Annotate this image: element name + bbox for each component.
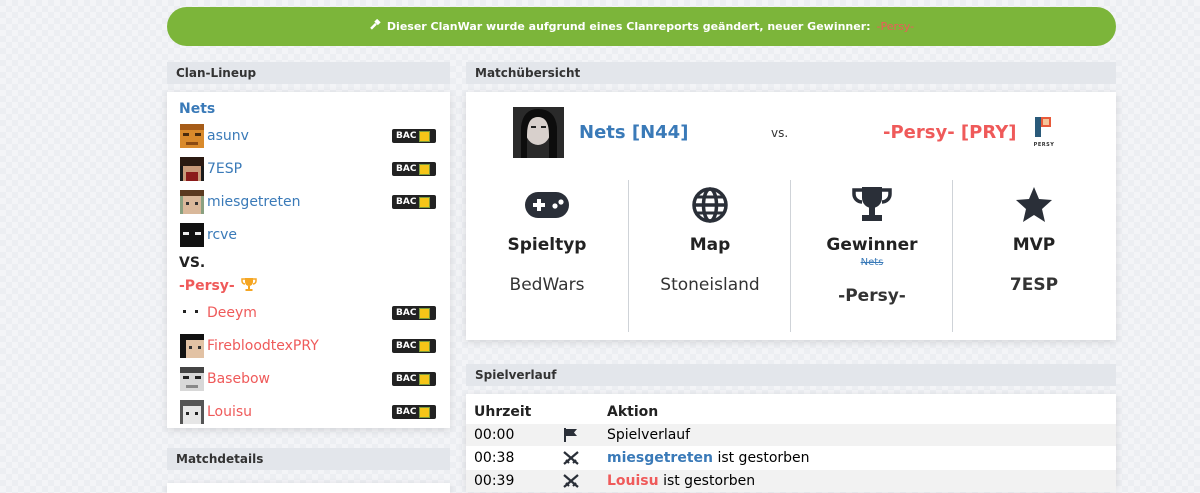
row-action: Louisu ist gestorben (607, 473, 756, 489)
crossed-swords-icon (563, 474, 579, 488)
hammer-icon (369, 18, 381, 34)
bac-badge: BAC (392, 129, 436, 143)
lock-icon (419, 163, 431, 175)
player-name[interactable]: 7ESP (207, 161, 242, 177)
team2-logo[interactable]: PERSY (1030, 116, 1058, 148)
stat-gewinner: Gewinner Nets -Persy- (790, 180, 953, 332)
stat-mvp: MVP 7ESP (952, 180, 1115, 332)
table-row: 00:39 Louisu ist gestorben (466, 470, 1116, 492)
bac-badge: BAC (392, 339, 436, 353)
persy-logo-icon (1035, 117, 1051, 137)
bac-badge: BAC (392, 162, 436, 176)
stat-label: Map (689, 235, 731, 255)
player-name[interactable]: FirebloodtexPRY (207, 338, 319, 354)
history-table: Uhrzeit Aktion 00:00 Spielverlauf 00:38 … (466, 394, 1116, 492)
player-name[interactable]: Deeym (207, 305, 257, 321)
bac-badge: BAC (392, 195, 436, 209)
player-name[interactable]: rcve (207, 227, 237, 243)
history-title: Spielverlauf (466, 364, 1116, 386)
clanreport-banner: Dieser ClanWar wurde aufgrund eines Clan… (167, 7, 1116, 46)
header-time: Uhrzeit (474, 404, 532, 420)
overview-title: Matchübersicht (466, 62, 1116, 84)
banner-message: Dieser ClanWar wurde aufgrund eines Clan… (386, 20, 871, 33)
lineup-player[interactable]: asunv BAC (180, 123, 436, 149)
lock-icon (419, 406, 431, 418)
stat-label: Spieltyp (507, 235, 587, 255)
star-icon (953, 185, 1115, 225)
bac-badge: BAC (392, 372, 436, 386)
bac-badge: BAC (392, 405, 436, 419)
lock-icon (419, 340, 431, 352)
player-name[interactable]: Basebow (207, 371, 270, 387)
stat-label: MVP (1012, 235, 1056, 255)
overview-vs: vs. (771, 126, 789, 140)
old-winner[interactable]: Nets (791, 257, 953, 268)
stat-value[interactable]: 7ESP (953, 275, 1115, 295)
row-action: Spielverlauf (607, 427, 691, 443)
lineup-vs: VS. (179, 255, 206, 271)
lineup-player[interactable]: Louisu BAC (180, 399, 436, 425)
trophy-icon (241, 276, 257, 296)
bac-badge: BAC (392, 306, 436, 320)
table-header: Uhrzeit Aktion (466, 401, 1116, 423)
matchdetails-title: Matchdetails (167, 448, 450, 470)
flag-icon (564, 428, 577, 442)
lock-icon (419, 196, 431, 208)
lineup-player[interactable]: Basebow BAC (180, 366, 436, 392)
stat-value: BedWars (509, 275, 585, 295)
player-name[interactable]: Louisu (207, 404, 252, 420)
stat-spieltyp: Spieltyp BedWars (466, 180, 628, 332)
avatar (180, 367, 204, 391)
team1-name[interactable]: Nets (179, 101, 215, 117)
row-player[interactable]: miesgetreten (607, 450, 713, 466)
lineup-player[interactable]: Deeym BAC (180, 300, 436, 326)
matchdetails-card (167, 483, 450, 493)
globe-icon (629, 185, 791, 225)
stat-map: Map Stoneisland (628, 180, 791, 332)
row-time: 00:38 (474, 450, 515, 466)
team1-logo[interactable] (513, 107, 564, 158)
lineup-card: Nets asunv BAC 7ESP BAC miesgetreten BAC… (167, 92, 450, 428)
avatar (180, 301, 204, 325)
avatar (180, 157, 204, 181)
row-time: 00:00 (474, 427, 515, 443)
avatar (180, 124, 204, 148)
crossed-swords-icon (563, 451, 579, 465)
row-time: 00:39 (474, 473, 515, 489)
overview-team1[interactable]: Nets [N44] (579, 122, 688, 143)
avatar (180, 223, 204, 247)
player-name[interactable]: miesgetreten (207, 194, 300, 210)
trophy-icon (791, 185, 953, 225)
lineup-player[interactable]: FirebloodtexPRY BAC (180, 333, 436, 359)
banner-winner[interactable]: -Persy- (877, 20, 915, 33)
stat-value: Stoneisland (660, 275, 760, 295)
player-name[interactable]: asunv (207, 128, 249, 144)
table-row: 00:00 Spielverlauf (466, 424, 1116, 446)
lineup-player[interactable]: rcve (180, 222, 436, 248)
avatar (180, 334, 204, 358)
table-row: 00:38 miesgetreten ist gestorben (466, 447, 1116, 469)
lock-icon (419, 130, 431, 142)
row-player[interactable]: Louisu (607, 473, 659, 489)
lineup-title: Clan-Lineup (167, 62, 450, 84)
avatar (180, 400, 204, 424)
lineup-player[interactable]: miesgetreten BAC (180, 189, 436, 215)
lineup-player[interactable]: 7ESP BAC (180, 156, 436, 182)
team2-header[interactable]: -Persy- (179, 276, 257, 296)
stat-label: Gewinner (826, 235, 918, 255)
overview-team2[interactable]: -Persy- [PRY] (883, 122, 1017, 143)
overview-card: Nets [N44] vs. -Persy- [PRY] PERSY Spiel… (466, 92, 1116, 340)
avatar (180, 190, 204, 214)
lock-icon (419, 307, 431, 319)
lock-icon (419, 373, 431, 385)
header-action: Aktion (607, 404, 659, 420)
team2-name[interactable]: -Persy- (179, 278, 235, 294)
stat-value[interactable]: -Persy- (791, 286, 953, 306)
team2-logo-text: PERSY (1033, 142, 1055, 148)
gamepad-icon (466, 185, 628, 225)
row-action: miesgetreten ist gestorben (607, 450, 810, 466)
